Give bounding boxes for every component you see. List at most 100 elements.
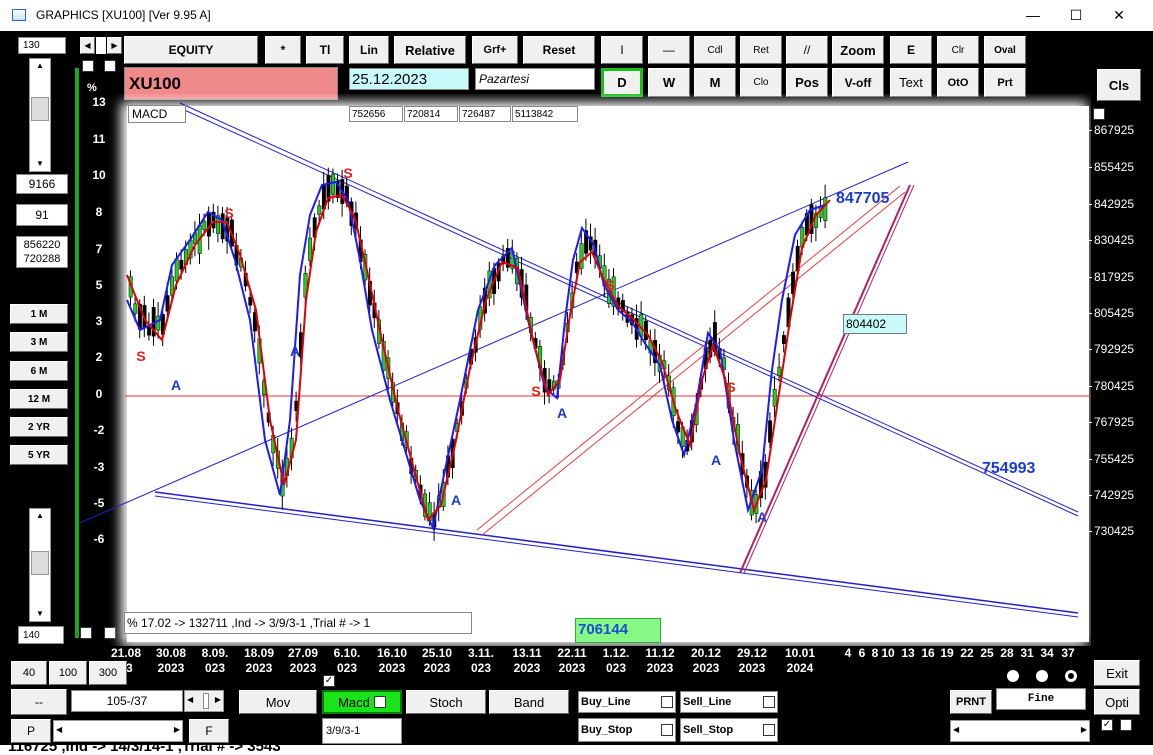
right-tick-mark — [1086, 495, 1092, 496]
daily-button[interactable]: D — [601, 68, 643, 97]
btn-300[interactable]: 300 — [89, 661, 127, 685]
dashdash-button[interactable]: -- — [11, 689, 67, 715]
opti-check-1[interactable]: ✓ — [1101, 719, 1113, 731]
arrow-up-icon[interactable]: ▲ — [30, 509, 50, 523]
oto-button[interactable]: OtO — [937, 68, 979, 97]
indicator-param-field[interactable]: 3/9/3-1 — [322, 718, 402, 744]
minimize-icon[interactable]: — — [1010, 0, 1056, 31]
lin-button[interactable]: Lin — [349, 36, 389, 64]
btn-100[interactable]: 100 — [49, 661, 87, 685]
bottom-value-field[interactable]: 140 — [18, 626, 64, 644]
pos-button[interactable]: Pos — [786, 68, 828, 97]
checkbox-2[interactable] — [104, 60, 116, 72]
p-scroll[interactable]: ◀ ▶ — [53, 720, 183, 742]
oval-button[interactable]: Oval — [984, 36, 1026, 64]
arrow-left-icon[interactable]: ◀ — [56, 725, 62, 734]
ret-button[interactable]: Ret — [740, 36, 782, 64]
sell-line-checkbox[interactable] — [763, 696, 775, 708]
hscroll-track[interactable] — [96, 37, 106, 54]
band-button[interactable]: Band — [489, 690, 569, 714]
period-1m-button[interactable]: 1 M — [10, 304, 68, 324]
f-button[interactable]: F — [189, 719, 229, 743]
arrow-up-icon[interactable]: ▲ — [30, 59, 50, 73]
text-button[interactable]: Text — [890, 68, 932, 97]
p-button[interactable]: P — [11, 719, 51, 743]
equity-button[interactable]: EQUITY — [124, 36, 258, 64]
left-tick-label: -6 — [93, 532, 105, 546]
macd-button[interactable]: Macd — [322, 690, 402, 714]
clr-button[interactable]: Clr — [937, 36, 979, 64]
opti-check-2[interactable] — [1120, 719, 1132, 731]
btn-40[interactable]: 40 — [11, 661, 47, 685]
x-future-tick: 19 — [940, 646, 954, 660]
period-3m-button[interactable]: 3 M — [10, 332, 68, 352]
buy-line-toggle[interactable]: Buy_Line — [578, 691, 676, 713]
grf-plus-button[interactable]: Grf+ — [472, 36, 518, 64]
parallel-button[interactable]: // — [786, 36, 828, 64]
e-button[interactable]: E — [890, 36, 932, 64]
star-button[interactable]: * — [265, 36, 301, 64]
chart-canvas[interactable]: S S S S S S A A A A A A — [79, 94, 1091, 646]
opti-button[interactable]: Opti — [1094, 689, 1140, 715]
arrow-right-icon[interactable]: ▶ — [215, 695, 221, 704]
fine-scroll[interactable]: ◀ ▶ — [950, 720, 1090, 742]
macd-checkbox[interactable] — [373, 696, 386, 708]
x-tick-year: 2023 — [692, 661, 720, 675]
arrow-left-icon[interactable]: ◀ — [187, 695, 193, 704]
arrow-right-icon[interactable]: ▶ — [1081, 725, 1087, 734]
radio-3[interactable] — [1065, 670, 1077, 682]
arrow-down-icon[interactable]: ▼ — [30, 157, 50, 171]
prt-button[interactable]: Prt — [984, 68, 1026, 97]
period-12m-button[interactable]: 12 M — [10, 389, 68, 409]
prnt-button[interactable]: PRNT — [950, 690, 992, 714]
checkbox-1[interactable] — [82, 60, 94, 72]
macd-check-top[interactable]: ✓ — [323, 675, 335, 687]
mov-button[interactable]: Mov — [239, 690, 317, 714]
stoch-button[interactable]: Stoch — [406, 690, 486, 714]
arrow-left-icon[interactable]: ◀ — [80, 37, 95, 54]
exit-button[interactable]: Exit — [1094, 660, 1140, 686]
date-field[interactable]: 25.12.2023 — [349, 68, 469, 90]
period-2yr-button[interactable]: 2 YR — [10, 417, 68, 437]
period-6m-button[interactable]: 6 M — [10, 361, 68, 381]
vscroll-thumb[interactable] — [31, 97, 49, 121]
fine-field[interactable]: Fine — [996, 688, 1086, 710]
i-button[interactable]: I — [601, 36, 643, 64]
cdl-button[interactable]: Cdl — [694, 36, 736, 64]
radio-1[interactable] — [1007, 670, 1019, 682]
hline-button[interactable]: — — [648, 36, 690, 64]
period-5yr-button[interactable]: 5 YR — [10, 445, 68, 465]
buy-stop-toggle[interactable]: Buy_Stop — [578, 718, 676, 742]
v-off-button[interactable]: V-off — [832, 68, 884, 97]
arrow-down-icon[interactable]: ▼ — [30, 607, 50, 621]
buy-line-checkbox[interactable] — [661, 696, 673, 708]
reset-button[interactable]: Reset — [523, 36, 595, 64]
monthly-button[interactable]: M — [694, 68, 736, 97]
arrow-left-icon[interactable]: ◀ — [953, 725, 959, 734]
vscroll-bottom[interactable]: ▲ ▼ — [29, 508, 51, 622]
sell-signal-marker: S — [531, 383, 540, 399]
range-value-field[interactable]: 105-/37 — [71, 690, 183, 712]
sell-stop-toggle[interactable]: Sell_Stop — [680, 718, 778, 742]
relative-button[interactable]: Relative — [394, 36, 466, 64]
cls-button[interactable]: Cls — [1097, 69, 1141, 101]
clo-button[interactable]: Clo — [740, 68, 782, 97]
vscroll-thumb[interactable] — [31, 551, 49, 575]
range-scroll[interactable]: ◀ ▶ — [184, 690, 224, 712]
radio-2[interactable] — [1036, 670, 1048, 682]
right-tick-label: 780425 — [1094, 379, 1135, 393]
arrow-right-icon[interactable]: ▶ — [174, 725, 180, 734]
maximize-icon[interactable]: ☐ — [1053, 0, 1099, 31]
top-value-field[interactable]: 130 — [18, 37, 66, 54]
buy-stop-checkbox[interactable] — [661, 724, 673, 736]
checkbox-right[interactable] — [1093, 108, 1105, 120]
scroll-thumb[interactable] — [203, 693, 209, 709]
arrow-right-icon[interactable]: ▶ — [107, 37, 122, 54]
vscroll-top[interactable]: ▲ ▼ — [29, 58, 51, 172]
zoom-button[interactable]: Zoom — [832, 36, 884, 64]
sell-line-toggle[interactable]: Sell_Line — [680, 691, 778, 713]
sell-stop-checkbox[interactable] — [763, 724, 775, 736]
tl-button[interactable]: Tl — [306, 36, 344, 64]
close-icon[interactable]: ✕ — [1096, 0, 1142, 31]
weekly-button[interactable]: W — [648, 68, 690, 97]
